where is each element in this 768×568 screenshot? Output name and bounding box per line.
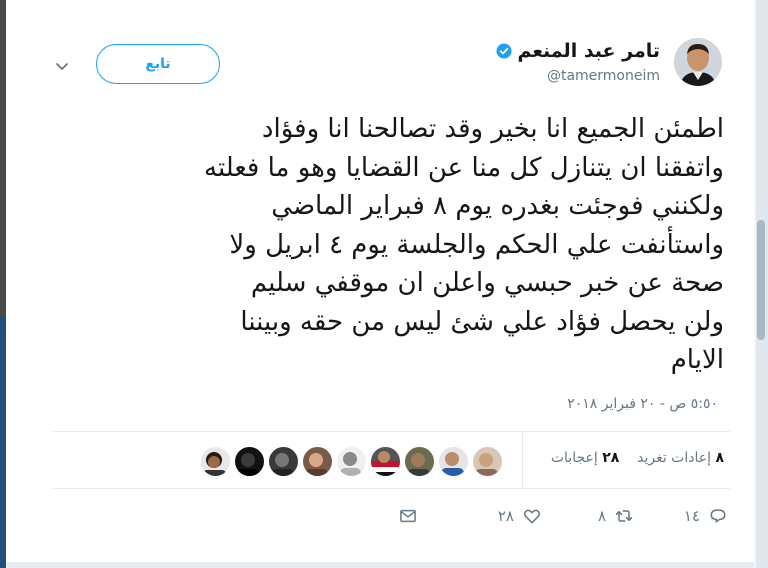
reply-icon — [710, 509, 726, 523]
tweet-text: اطمئن الجميع انا بخير وقد تصالحنا انا وف… — [70, 110, 724, 380]
liker-avatar[interactable] — [438, 446, 469, 477]
retweet-button[interactable]: ٨ — [598, 506, 634, 526]
likes-label[interactable]: إعجابات — [551, 450, 598, 466]
window-edge-left — [0, 0, 6, 568]
verified-badge-icon — [496, 43, 512, 59]
tweet-stats: ٨ إعادات تغريد ٢٨ إعجابات — [52, 432, 730, 488]
avatar[interactable] — [674, 38, 722, 86]
divider — [52, 488, 730, 489]
reply-count: ١٤ — [683, 507, 700, 525]
tweet-line: الايام — [670, 345, 724, 375]
tweet-line: ولكنني فوجئت بغدره يوم ٨ فبراير الماضي — [271, 191, 724, 221]
profile-photo-icon — [305, 453, 328, 476]
tweet-timestamp[interactable]: ٥:٥٠ ص - ٢٠ فبراير ٢٠١٨ — [567, 396, 718, 412]
display-name[interactable]: تامر عبد المنعم — [517, 40, 660, 62]
profile-photo-icon — [407, 453, 430, 476]
profile-photo-icon — [674, 38, 722, 86]
tweet-actions: ١٤ ٨ ٢٨ — [388, 506, 728, 530]
card-bottom-edge — [6, 562, 754, 568]
direct-message-button[interactable] — [398, 506, 418, 526]
tweet-line: صحة عن خبر حبسي واعلن ان موقفي سليم — [250, 268, 724, 298]
liker-avatar[interactable] — [472, 446, 503, 477]
retweets-label[interactable]: إعادات تغريد — [637, 450, 711, 466]
retweet-count: ٨ — [597, 507, 606, 525]
profile-photo-icon — [237, 453, 260, 476]
stats-divider — [522, 432, 523, 488]
liker-avatar[interactable] — [234, 446, 265, 477]
liker-avatar[interactable] — [336, 446, 367, 477]
liker-avatars — [200, 446, 503, 477]
tweet-line: واستأنفت علي الحكم والجلسة يوم ٤ ابريل و… — [229, 229, 724, 260]
envelope-icon — [400, 509, 416, 523]
retweet-icon — [615, 510, 633, 522]
retweets-count[interactable]: ٨ — [715, 450, 724, 466]
profile-photo-icon — [203, 452, 226, 476]
liker-avatar[interactable] — [268, 446, 299, 477]
like-count: ٢٨ — [497, 507, 514, 525]
liker-avatar[interactable] — [302, 446, 333, 477]
reply-button[interactable]: ١٤ — [684, 506, 728, 526]
profile-photo-icon — [271, 453, 294, 476]
likes-count[interactable]: ٢٨ — [602, 450, 619, 466]
liker-avatar[interactable] — [200, 446, 231, 477]
tweet-header: تابع تامر عبد المنعم @tamermoneim — [40, 36, 730, 96]
profile-photo-icon — [441, 452, 464, 476]
profile-photo-icon — [371, 451, 400, 476]
profile-photo-icon — [475, 453, 498, 476]
tweet-line: اطمئن الجميع انا بخير وقد تصالحنا انا وف… — [261, 114, 724, 144]
tweet-line: ولن يحصل فؤاد علي شئ ليس من حقه وبيننا — [240, 306, 724, 337]
stats-text: ٨ إعادات تغريد ٢٨ إعجابات — [551, 450, 724, 466]
scrollbar-thumb[interactable] — [757, 220, 765, 340]
follow-button[interactable]: تابع — [96, 44, 220, 84]
user-names[interactable]: تامر عبد المنعم @tamermoneim — [495, 40, 660, 84]
like-button[interactable]: ٢٨ — [498, 506, 542, 526]
heart-icon — [523, 509, 541, 524]
scrollbar[interactable] — [754, 0, 768, 568]
tweet-line: واتفقنا ان يتنازل كل منا عن القضايا وهو … — [204, 152, 724, 183]
liker-avatar[interactable] — [404, 446, 435, 477]
user-handle[interactable]: @tamermoneim — [495, 68, 660, 84]
chevron-down-icon[interactable] — [54, 58, 70, 74]
profile-photo-icon — [340, 452, 361, 476]
liker-avatar[interactable] — [370, 446, 401, 477]
